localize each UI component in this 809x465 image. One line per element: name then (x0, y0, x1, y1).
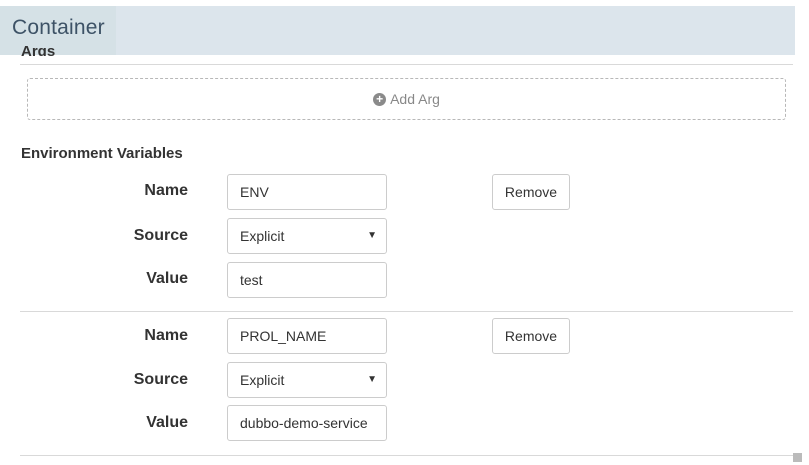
divider (20, 455, 793, 456)
source-label: Source (133, 371, 188, 388)
value-label: Value (146, 270, 188, 287)
env-name-input[interactable]: ENV (227, 174, 387, 210)
environment-variables-heading: Environment Variables (21, 145, 183, 162)
divider (20, 311, 793, 312)
env-value-input[interactable]: dubbo-demo-service (227, 405, 387, 441)
args-heading-text: Args (21, 46, 56, 56)
env-source-value: Explicit (240, 372, 285, 388)
remove-button[interactable]: Remove (492, 318, 570, 354)
divider (20, 64, 793, 65)
value-label: Value (146, 414, 188, 431)
caret-down-icon: ▼ (367, 230, 377, 241)
env-source-value: Explicit (240, 228, 285, 244)
env-source-select[interactable]: Explicit ▼ (227, 362, 387, 398)
resize-handle[interactable] (793, 453, 802, 462)
section-title: Container (12, 16, 105, 39)
caret-down-icon: ▼ (367, 374, 377, 385)
plus-circle-icon: + (373, 92, 387, 106)
env-value-input[interactable]: test (227, 262, 387, 298)
args-heading: Args (21, 46, 55, 56)
add-arg-label: Add Arg (390, 91, 440, 107)
add-arg-button[interactable]: + Add Arg (27, 78, 786, 120)
remove-button[interactable]: Remove (492, 174, 570, 210)
source-label: Source (133, 227, 188, 244)
name-label: Name (144, 327, 188, 344)
env-source-select[interactable]: Explicit ▼ (227, 218, 387, 254)
env-name-input[interactable]: PROL_NAME (227, 318, 387, 354)
container-section-header (0, 6, 795, 55)
name-label: Name (144, 182, 188, 199)
